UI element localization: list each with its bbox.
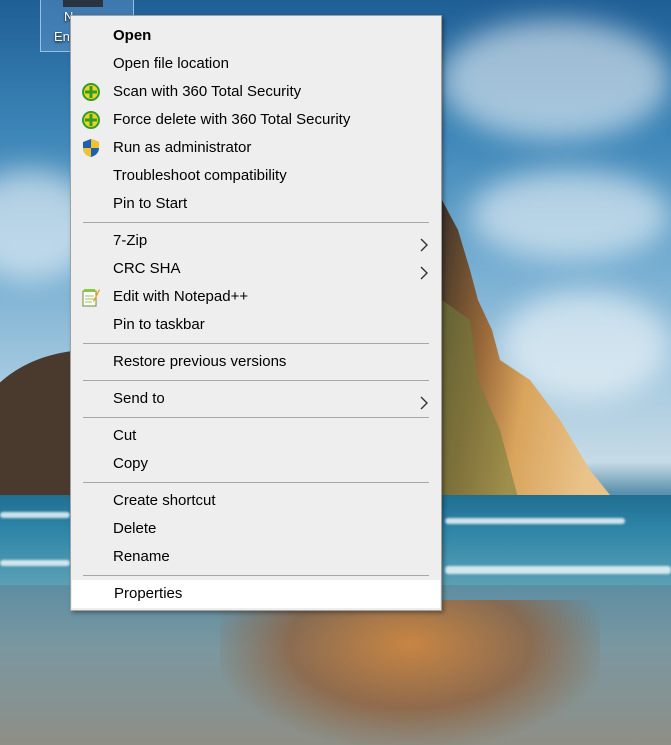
menu-item-pin-to-taskbar[interactable]: Pin to taskbar bbox=[71, 311, 441, 339]
menu-item-edit-with-notepadplusplus[interactable]: Edit with Notepad++ bbox=[71, 283, 441, 311]
menu-item-label: Delete bbox=[113, 520, 157, 537]
menu-item-scan-with-360-total-security[interactable]: Scan with 360 Total Security bbox=[71, 78, 441, 106]
menu-item-troubleshoot-compatibility[interactable]: Troubleshoot compatibility bbox=[71, 162, 441, 190]
chevron-right-icon bbox=[417, 262, 431, 280]
menu-item-crc-sha[interactable]: CRC SHA bbox=[71, 255, 441, 283]
menu-item-pin-to-start[interactable]: Pin to Start bbox=[71, 190, 441, 218]
menu-item-label: Create shortcut bbox=[113, 492, 216, 509]
menu-separator bbox=[83, 343, 429, 344]
menu-item-restore-previous-versions[interactable]: Restore previous versions bbox=[71, 348, 441, 376]
wave bbox=[0, 560, 70, 566]
wave bbox=[445, 518, 625, 524]
menu-item-rename[interactable]: Rename bbox=[71, 543, 441, 571]
menu-item-label: Pin to taskbar bbox=[113, 316, 205, 333]
menu-item-label: 7-Zip bbox=[113, 232, 148, 249]
menu-item-label: CRC SHA bbox=[113, 260, 181, 277]
chevron-right-icon bbox=[417, 234, 431, 252]
360-total-security-icon bbox=[81, 82, 101, 102]
menu-separator bbox=[83, 417, 429, 418]
menu-item-label: Properties bbox=[114, 585, 183, 602]
menu-item-send-to[interactable]: Send to bbox=[71, 385, 441, 413]
menu-item-label: Restore previous versions bbox=[113, 353, 287, 370]
menu-item-label: Copy bbox=[113, 455, 149, 472]
menu-item-label: Troubleshoot compatibility bbox=[113, 167, 287, 184]
context-menu: Open Open file location Scan with 360 Tota… bbox=[70, 15, 442, 611]
menu-item-label: Run as administrator bbox=[113, 139, 252, 156]
360-total-security-icon bbox=[81, 110, 101, 130]
menu-item-label: Rename bbox=[113, 548, 170, 565]
wave bbox=[445, 566, 671, 574]
menu-separator bbox=[83, 482, 429, 483]
notepad-plus-plus-icon bbox=[81, 287, 101, 307]
menu-item-label: Edit with Notepad++ bbox=[113, 288, 249, 305]
menu-item-force-delete-with-360-total-security[interactable]: Force delete with 360 Total Security bbox=[71, 106, 441, 134]
menu-item-label: Pin to Start bbox=[113, 195, 188, 212]
menu-separator bbox=[83, 575, 429, 576]
file-icon bbox=[63, 0, 103, 7]
wave bbox=[0, 512, 70, 518]
menu-item-label: Force delete with 360 Total Security bbox=[113, 111, 351, 128]
menu-item-properties[interactable]: Properties bbox=[72, 580, 440, 608]
menu-item-open-file-location[interactable]: Open file location bbox=[71, 50, 441, 78]
chevron-right-icon bbox=[417, 392, 431, 410]
menu-item-label: Open bbox=[113, 27, 152, 44]
menu-item-cut[interactable]: Cut bbox=[71, 422, 441, 450]
menu-item-run-as-administrator[interactable]: Run as administrator bbox=[71, 134, 441, 162]
menu-item-7-zip[interactable]: 7-Zip bbox=[71, 227, 441, 255]
menu-item-delete[interactable]: Delete bbox=[71, 515, 441, 543]
menu-item-label: Open file location bbox=[113, 55, 229, 72]
menu-item-copy[interactable]: Copy bbox=[71, 450, 441, 478]
rock-reflection bbox=[220, 600, 600, 745]
menu-item-open[interactable]: Open bbox=[71, 22, 441, 50]
uac-shield-icon bbox=[81, 138, 101, 158]
menu-item-label: Cut bbox=[113, 427, 137, 444]
menu-item-label: Scan with 360 Total Security bbox=[113, 83, 302, 100]
menu-item-label: Send to bbox=[113, 390, 165, 407]
menu-item-create-shortcut[interactable]: Create shortcut bbox=[71, 487, 441, 515]
menu-separator bbox=[83, 222, 429, 223]
menu-separator bbox=[83, 380, 429, 381]
